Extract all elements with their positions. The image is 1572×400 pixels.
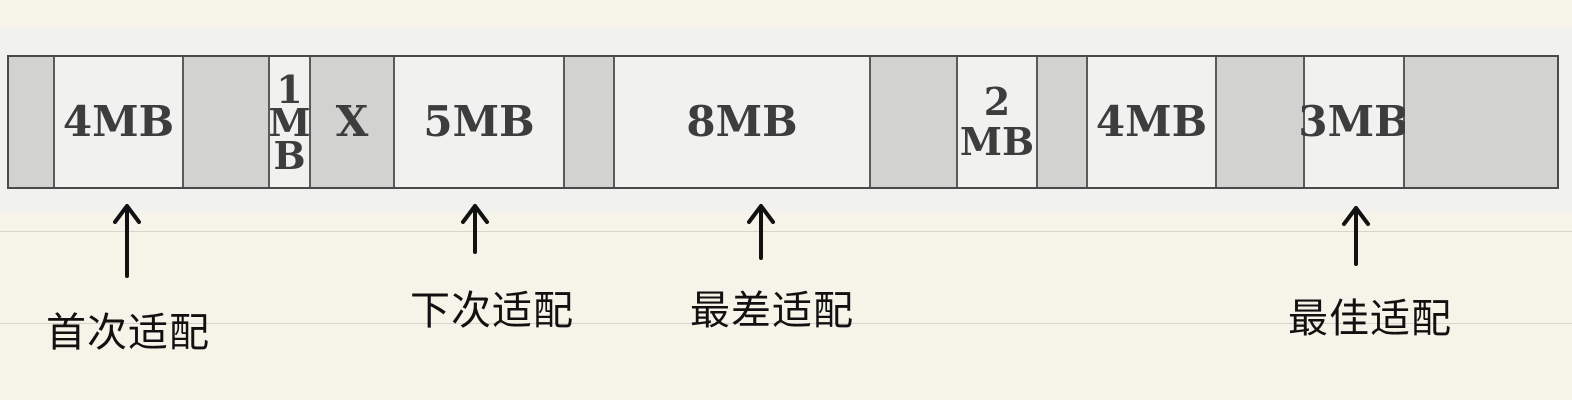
allocated-block — [1405, 57, 1557, 187]
free-block-4mb: 4MB — [55, 57, 184, 187]
allocated-block — [871, 57, 958, 187]
first-fit-label: 首次适配 — [46, 310, 210, 356]
new-request-block-x: X — [311, 57, 395, 187]
allocated-block — [184, 57, 270, 187]
first-fit-arrow-icon — [113, 204, 141, 278]
free-block-3mb: 3MB — [1298, 57, 1410, 187]
worst-fit-label: 最差适配 — [690, 288, 854, 334]
best-fit-arrow-icon — [1342, 206, 1370, 266]
free-block-1mb: 1 M B — [268, 57, 311, 187]
allocated-block — [1217, 57, 1305, 187]
free-block-4mb: 4MB — [1088, 57, 1217, 187]
allocated-block — [1038, 57, 1088, 187]
best-fit-label: 最佳适配 — [1288, 296, 1452, 342]
next-fit-arrow-icon — [461, 204, 489, 254]
memory-bar: 4MB 1 M B X 5MB 8MB 2 MB 4MB 3MB — [7, 55, 1559, 189]
free-block-5mb: 5MB — [395, 57, 565, 187]
notebook-ruled-line — [0, 231, 1572, 232]
next-fit-label: 下次适配 — [410, 288, 574, 334]
worst-fit-arrow-icon — [747, 204, 775, 260]
allocated-block — [565, 57, 615, 187]
allocated-block — [9, 57, 55, 187]
free-block-8mb: 8MB — [615, 57, 871, 187]
free-block-2mb: 2 MB — [958, 57, 1038, 187]
